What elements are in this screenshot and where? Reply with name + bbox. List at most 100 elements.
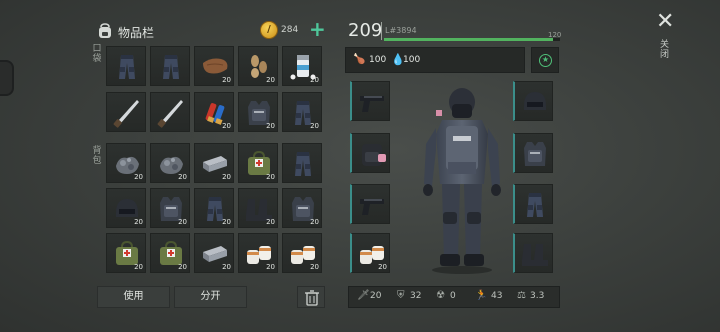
xp-bar-fill [384,38,553,41]
split-button[interactable]: 分开 [174,286,247,308]
weapon-slot[interactable] [350,184,390,224]
speed-value: 43 [491,291,503,301]
pocket-slot[interactable]: 20 [238,46,278,86]
item-count: 20 [178,218,187,226]
item-count: 20 [134,263,143,271]
shield-icon: ⛨ [397,290,405,301]
level-divider [381,22,382,40]
item-count: 20 [266,173,275,181]
backpack-slot[interactable]: 20 [238,233,278,273]
star-icon: ★ [539,54,552,67]
xp-max: 120 [548,31,562,39]
item-count: 20 [310,122,319,130]
armor-slot[interactable] [513,184,553,224]
damage-icon: 🗡 [357,290,370,301]
item-count: 20 [222,122,231,130]
water-value: 100 [403,55,421,65]
item-count: 20 [134,218,143,226]
item-count: 20 [310,263,319,271]
weapon-slot[interactable]: 20 [350,233,390,273]
backpack-slot[interactable]: 20 [282,188,322,228]
pocket-slot[interactable]: 20 [194,92,234,132]
player-level: 209 [348,20,383,41]
pocket-slot[interactable]: 20 [238,92,278,132]
backpack-icon [362,144,386,166]
food-value: 100 [369,55,387,65]
backpack-slot[interactable]: 20 [238,143,278,183]
backpack-slot[interactable]: 20 [150,143,190,183]
character-model [423,88,501,274]
backpack-slot[interactable]: 20 [194,188,234,228]
swat-helmet-icon [524,92,546,110]
item-count: 20 [310,76,319,84]
machete-icon [113,100,139,128]
boots-icon [522,244,548,266]
backpack-slot[interactable] [282,143,322,183]
item-count: 20 [266,218,275,226]
item-count: 20 [266,122,275,130]
discard-button[interactable] [297,286,325,308]
item-count: 20 [178,263,187,271]
backpack-slot[interactable]: 20 [238,188,278,228]
backpack-slot[interactable]: 20 [150,233,190,273]
pockets-label: 口袋 [92,44,102,64]
weight-icon: ⚖ [517,290,526,301]
backpack-slot[interactable]: 20 [106,188,146,228]
device-notch [0,60,14,96]
pocket-slot[interactable] [150,92,190,132]
use-button[interactable]: 使用 [97,286,170,308]
coin-count: 284 [281,25,299,35]
item-count: 20 [134,173,143,181]
pistol-icon [360,96,384,112]
machete-icon [157,100,183,128]
armor-slot[interactable] [513,233,553,273]
item-count: 20 [178,173,187,181]
damage-value: 20 [370,291,382,301]
item-count: 20 [222,218,231,226]
close-button[interactable]: ✕ [656,10,674,34]
swat-pants-icon [119,55,135,79]
swat-pants-icon [295,152,311,176]
item-count: 20 [266,263,275,271]
backpack-slot[interactable]: 20 [194,143,234,183]
backpack-slot[interactable]: 20 [106,143,146,183]
backpack-slot[interactable]: 20 [150,188,190,228]
backpack-slot[interactable]: 20 [282,233,322,273]
pocket-slot[interactable] [106,46,146,86]
close-label: 关闭 [660,40,670,60]
backpack-icon [99,23,111,38]
inventory-title: 物品栏 [118,26,155,40]
food-icon: 🍗 [353,54,366,65]
backpack-slot[interactable]: 20 [106,233,146,273]
defense-value: 32 [410,291,422,301]
pocket-slot[interactable]: 20 [282,92,322,132]
item-count: 20 [310,218,319,226]
weapon-slot[interactable] [350,81,390,121]
item-count: 20 [222,173,231,181]
item-count: 20 [266,76,275,84]
trash-icon [305,290,319,306]
weapon-slot[interactable] [350,133,390,173]
speed-icon: 🏃 [475,290,488,301]
add-coins-button[interactable]: + [309,18,326,40]
swat-pants-icon [163,55,179,79]
pocket-slot[interactable] [106,92,146,132]
radiation-value: 0 [450,291,456,301]
backpack-label: 背包 [92,146,102,166]
backpack-slot[interactable]: 20 [194,233,234,273]
pocket-slot[interactable]: 20 [194,46,234,86]
coin-icon: / [260,21,278,39]
pocket-slot[interactable]: 20 [282,46,322,86]
armor-slot[interactable] [513,133,553,173]
item-count: 20 [222,263,231,271]
police-vest-icon [524,142,546,166]
armor-slot[interactable] [513,81,553,121]
item-count: 20 [222,76,231,84]
pistol-icon [360,199,384,215]
item-count: 20 [378,263,387,271]
swat-pants-icon [527,193,543,217]
radiation-icon: ☢ [436,290,445,301]
pocket-slot[interactable] [150,46,190,86]
weight-value: 3.3 [530,291,545,301]
xp-readout: L#3894 [385,26,417,35]
